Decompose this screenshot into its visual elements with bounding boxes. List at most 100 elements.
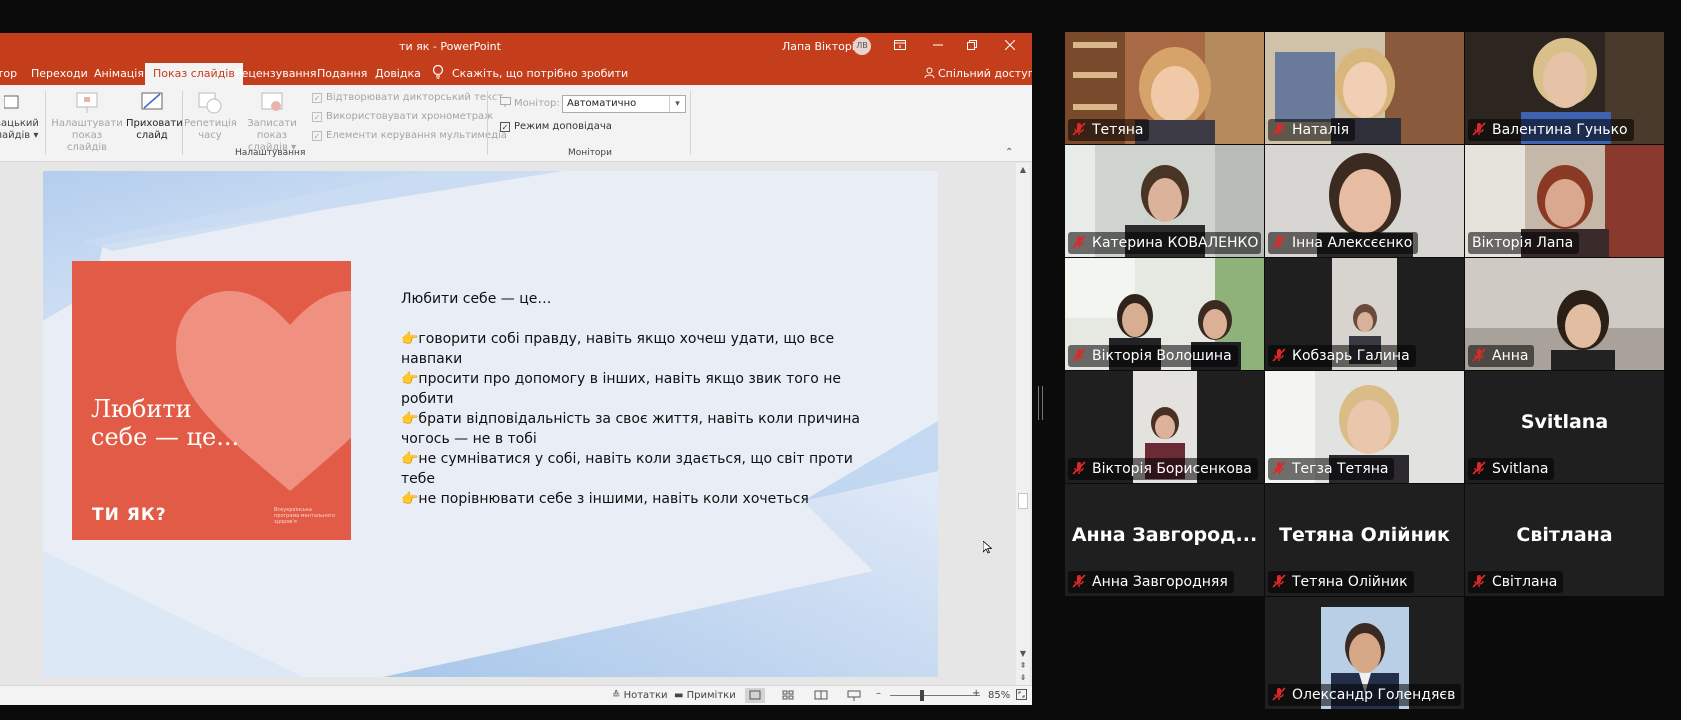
slide-show-icon[interactable]	[844, 688, 864, 703]
participant-name: Тегза Тетяна	[1292, 461, 1389, 477]
tab-animations[interactable]: Анімація	[94, 67, 144, 80]
slide-bullet: 👉не сумніватися у собі, навіть коли здає…	[401, 451, 853, 487]
tell-me-search[interactable]: Скажіть, що потрібно зробити	[452, 67, 628, 80]
participant-tile[interactable]: Олександр Голендяєв	[1265, 597, 1464, 709]
slide-text-box[interactable]: Любити себе — це… 👉говорити собі правду,…	[401, 289, 861, 509]
participant-tile[interactable]: Тетяна	[1065, 32, 1264, 144]
participant-tile[interactable]: Тетяна Олійник Тетяна Олійник	[1265, 484, 1464, 596]
close-icon[interactable]	[996, 36, 1024, 56]
person-icon	[924, 67, 935, 79]
presenter-view-checkbox[interactable]: ✓ Режим доповідача	[500, 121, 612, 132]
slide-editor: Любити себе — це... ТИ ЯК? Всеукраїнська…	[0, 163, 1032, 685]
document-title: ти як - PowerPoint	[399, 40, 501, 53]
participant-nameplate: Олександр Голендяєв	[1268, 684, 1461, 706]
share-button[interactable]: Спільний доступ	[924, 67, 1032, 80]
participant-tile[interactable]: Світлана Світлана	[1465, 484, 1664, 596]
participant-name: Катерина КОВАЛЕНКО	[1092, 235, 1259, 251]
cover-title: Любити себе — це...	[91, 395, 239, 451]
mouse-cursor-icon	[982, 539, 993, 558]
custom-show-button[interactable]: вацький лайдів ▾	[0, 91, 40, 142]
participant-tile[interactable]: Інна Алексєєнко	[1265, 145, 1464, 257]
participant-nameplate: Svitlana	[1468, 458, 1555, 480]
vertical-scrollbar[interactable]: ▲ ▼ ⇞ ⇟	[1016, 163, 1030, 685]
ribbon-display-options-icon[interactable]	[886, 36, 914, 56]
chevron-down-icon: ▾	[669, 96, 685, 112]
participant-name: Вікторія Волошина	[1092, 348, 1232, 364]
participant-tile[interactable]: Анна Завгород... Анна Завгородняя	[1065, 484, 1264, 596]
participant-nameplate: Наталія	[1268, 119, 1356, 141]
ribbon-separator	[487, 91, 488, 155]
participant-name: Анна	[1492, 348, 1529, 364]
rehearse-timings-button[interactable]: Репетиція часу	[184, 91, 237, 142]
play-narrations-checkbox[interactable]: ✓ Відтворювати дикторський текст	[312, 92, 503, 103]
tab-view[interactable]: Подання	[317, 67, 367, 80]
scroll-down-icon[interactable]: ▼	[1016, 649, 1030, 658]
avatar[interactable]: ЛВ	[853, 37, 871, 55]
desktop: ти як - PowerPoint Лапа Вікторія ЛВ тор …	[0, 0, 1681, 720]
tab-help[interactable]: Довідка	[375, 67, 421, 80]
participant-tile[interactable]: Валентина Гунько	[1465, 32, 1664, 144]
participant-nameplate: Валентина Гунько	[1468, 119, 1634, 141]
comments-label: Примітки	[686, 690, 736, 701]
monitor-select[interactable]: Автоматично ▾	[562, 95, 686, 113]
previous-slide-icon[interactable]: ⇞	[1016, 661, 1030, 670]
rehearse-label-1: Репетиція	[184, 118, 237, 129]
participant-name: Вікторія Лапа	[1472, 235, 1574, 251]
participant-tile[interactable]: Svitlana Svitlana	[1465, 371, 1664, 483]
zoom-slider[interactable]	[890, 695, 980, 696]
participant-tile-active-speaker[interactable]: Вікторія Лапа	[1465, 145, 1664, 257]
reading-view-icon[interactable]	[811, 688, 831, 703]
notes-button[interactable]: ≙ Нотатки	[612, 690, 668, 701]
use-timings-checkbox[interactable]: ✓ Використовувати хронометраж	[312, 111, 493, 122]
participant-nameplate: Інна Алексєєнко	[1268, 232, 1419, 254]
slide-bullet: 👉просити про допомогу в інших, навіть як…	[401, 371, 841, 407]
presenter-view-label: Режим доповідача	[514, 121, 612, 132]
mic-muted-icon	[1072, 461, 1086, 475]
comments-button[interactable]: ▬ Примітки	[674, 690, 736, 701]
split-view-handle[interactable]	[1038, 386, 1043, 420]
tab-design[interactable]: тор	[0, 67, 17, 80]
monitor-select-value: Автоматично	[567, 98, 637, 109]
mic-muted-icon	[1072, 122, 1086, 136]
participant-name: Кобзарь Галина	[1292, 348, 1410, 364]
record-slide-show-button[interactable]: Записати показ слайдів ▾	[236, 91, 308, 154]
slides-icon	[4, 95, 19, 109]
scroll-up-icon[interactable]: ▲	[1016, 165, 1030, 174]
account-name[interactable]: Лапа Вікторія	[782, 40, 861, 53]
slide-bullet: 👉говорити собі правду, навіть якщо хочеш…	[401, 331, 835, 367]
zoom-out-icon[interactable]: –	[876, 688, 881, 699]
participant-tile[interactable]: Тегза Тетяна	[1265, 371, 1464, 483]
participant-tile[interactable]: Вікторія Борисенкова	[1065, 371, 1264, 483]
participant-nameplate: Тегза Тетяна	[1268, 458, 1395, 480]
minimize-icon[interactable]	[924, 36, 952, 56]
zoom-in-icon[interactable]: +	[972, 688, 980, 699]
cover-brand: ТИ ЯК?	[92, 505, 167, 525]
tab-slide-show[interactable]: Показ слайдів	[145, 63, 243, 85]
normal-view-icon[interactable]	[745, 688, 765, 703]
participant-tile[interactable]: Вікторія Волошина	[1065, 258, 1264, 370]
zoom-slider-thumb[interactable]	[920, 690, 924, 701]
monitor-label-text: Монітор:	[514, 98, 560, 109]
participant-tile[interactable]: Кобзарь Галина	[1265, 258, 1464, 370]
group-label-setup: Налаштування	[235, 148, 306, 158]
zoom-level[interactable]: 85%	[988, 690, 1010, 701]
fit-to-window-icon[interactable]	[1016, 689, 1027, 703]
mic-muted-icon	[1272, 122, 1286, 136]
slide-sorter-icon[interactable]	[778, 688, 798, 703]
participant-nameplate: Анна Завгородняя	[1068, 571, 1234, 593]
media-controls-checkbox[interactable]: ✓ Елементи керування мультимедіа	[312, 130, 507, 141]
tab-review[interactable]: Рецензування	[235, 67, 316, 80]
hide-slide-button[interactable]: Приховати слайд	[126, 91, 183, 142]
participant-tile[interactable]: Наталія	[1265, 32, 1464, 144]
scroll-thumb[interactable]	[1018, 493, 1028, 509]
collapse-ribbon-icon[interactable]: ⌃	[1005, 147, 1013, 158]
tab-transitions[interactable]: Переходи	[31, 67, 88, 80]
hide-slide-icon	[141, 92, 163, 110]
restore-icon[interactable]	[958, 36, 986, 56]
slide-canvas[interactable]: Любити себе — це... ТИ ЯК? Всеукраїнська…	[43, 171, 938, 677]
next-slide-icon[interactable]: ⇟	[1016, 673, 1030, 682]
cover-title-line-1: Любити	[91, 395, 192, 423]
participant-tile[interactable]: Анна	[1465, 258, 1664, 370]
participant-tile[interactable]: Катерина КОВАЛЕНКО	[1065, 145, 1264, 257]
setup-slide-show-button[interactable]: Налаштувати показ слайдів	[51, 91, 123, 154]
